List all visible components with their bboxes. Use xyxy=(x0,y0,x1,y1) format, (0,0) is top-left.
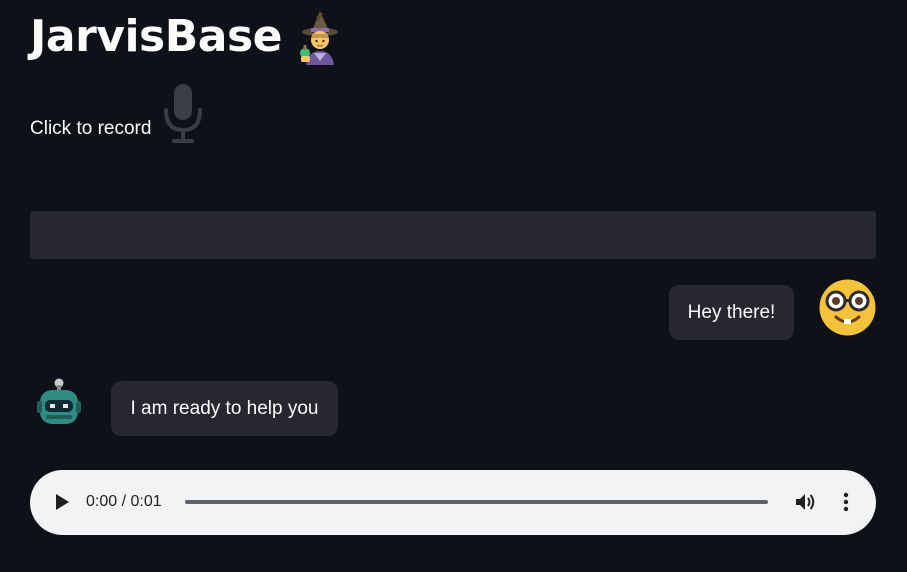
volume-button[interactable] xyxy=(794,490,818,514)
audio-player: 0:00 / 0:01 xyxy=(30,470,876,535)
nerd-face-emoji-icon xyxy=(819,279,876,336)
seek-slider[interactable] xyxy=(185,500,768,504)
page-title: JarvisBase xyxy=(30,11,282,62)
more-vert-icon xyxy=(843,492,849,512)
assistant-message: I am ready to help you xyxy=(111,381,338,436)
record-button[interactable] xyxy=(161,84,205,146)
transcript-box[interactable] xyxy=(30,211,876,259)
header: JarvisBase xyxy=(30,6,346,68)
play-icon xyxy=(56,494,69,510)
time-display: 0:00 / 0:01 xyxy=(86,493,162,510)
more-options-button[interactable] xyxy=(834,490,858,514)
app-page: JarvisBase Click to record Hey there! I … xyxy=(0,0,907,572)
robot-avatar-icon xyxy=(34,377,84,429)
recorder-row: Click to record xyxy=(30,84,205,146)
record-label: Click to record xyxy=(30,118,152,139)
user-message: Hey there! xyxy=(669,285,794,340)
play-button[interactable] xyxy=(50,490,74,514)
volume-icon xyxy=(796,494,815,510)
microphone-icon xyxy=(164,84,203,143)
mage-emoji-icon xyxy=(294,9,346,65)
